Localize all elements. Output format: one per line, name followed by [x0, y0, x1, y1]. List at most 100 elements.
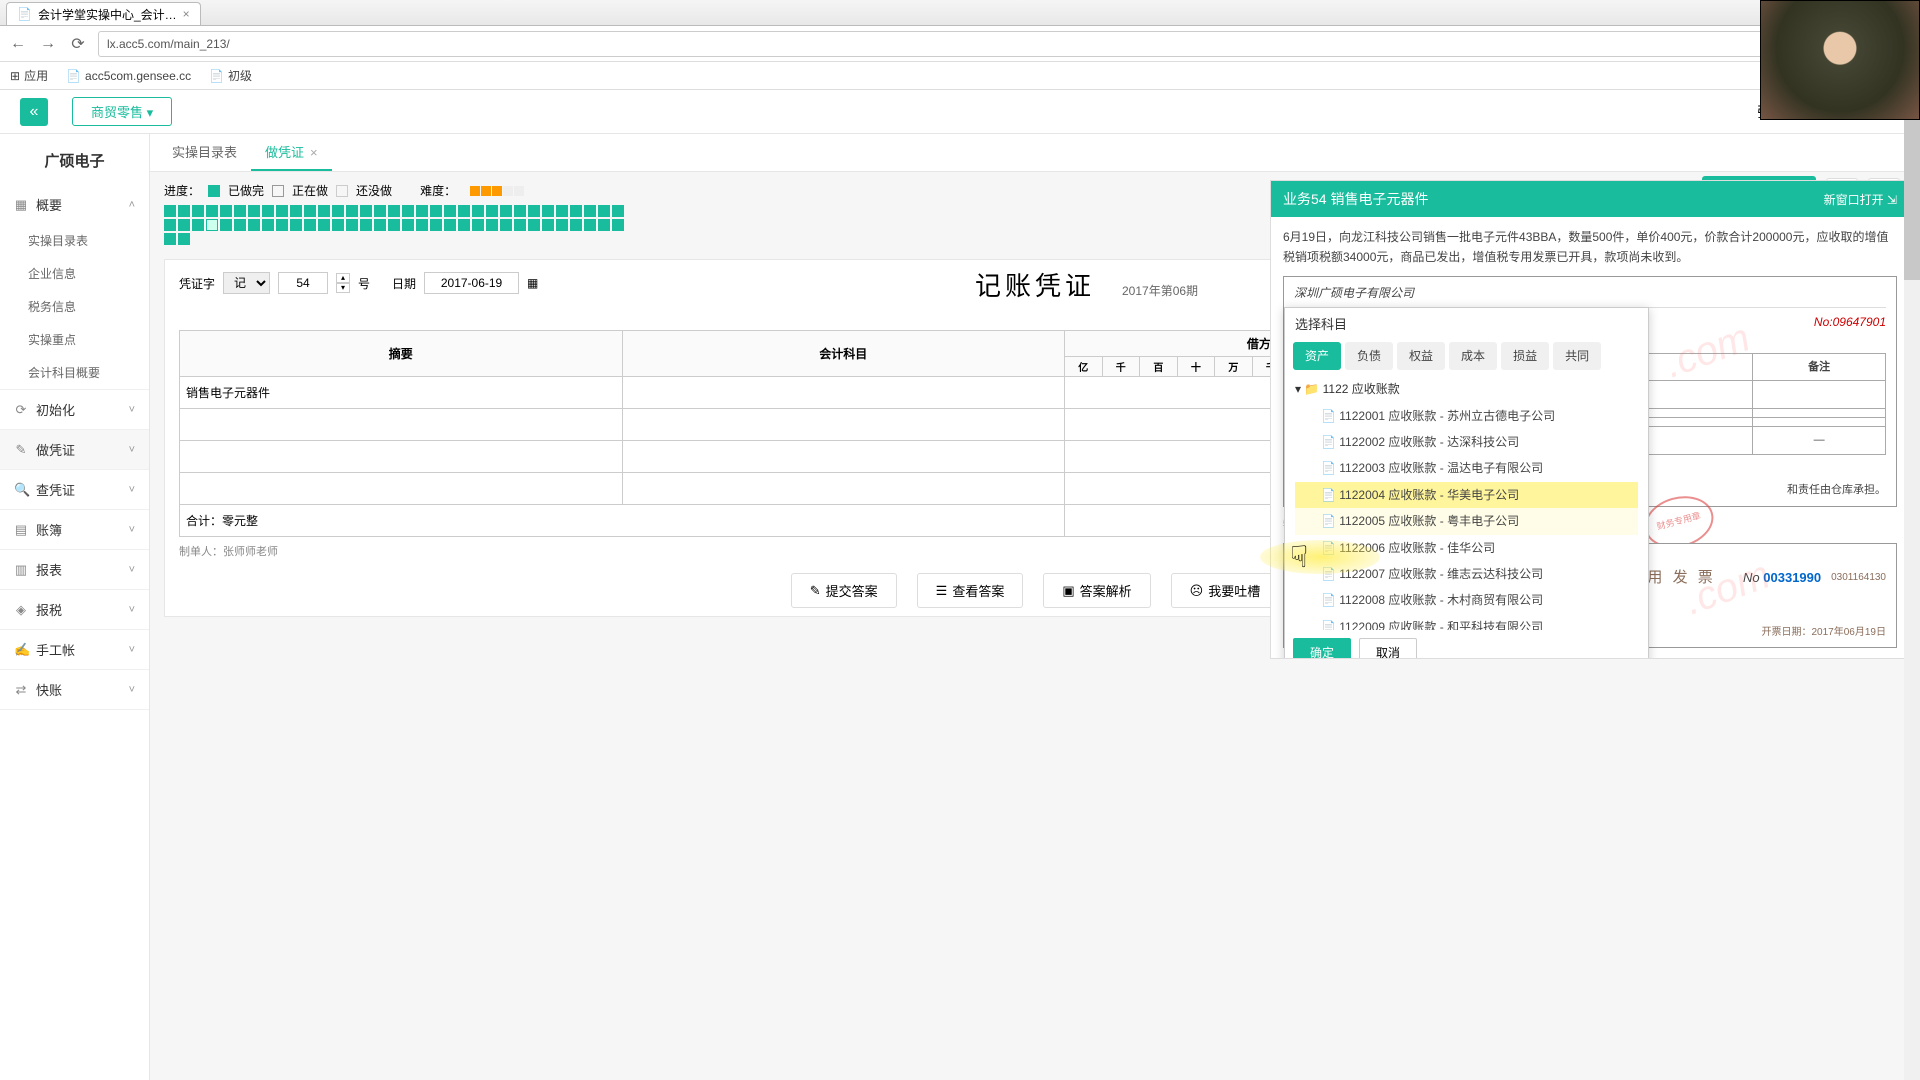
progress-cell[interactable] — [458, 205, 470, 217]
sidebar-item-7[interactable]: ✍手工帐˅ — [0, 630, 149, 669]
sidebar-sub[interactable]: 实操重点 — [0, 323, 149, 356]
progress-cell[interactable] — [346, 205, 358, 217]
progress-cell[interactable] — [290, 219, 302, 231]
sidebar-item-6[interactable]: ◈报税˅ — [0, 590, 149, 629]
browser-tab[interactable]: 📄 会计学堂实操中心_会计… × — [6, 2, 201, 25]
progress-cell[interactable] — [234, 219, 246, 231]
progress-cell[interactable] — [262, 205, 274, 217]
open-new-window-button[interactable]: 新窗口打开 ⇲ — [1824, 191, 1897, 208]
progress-cell[interactable] — [360, 205, 372, 217]
progress-grid[interactable] — [164, 205, 634, 245]
progress-cell[interactable] — [528, 219, 540, 231]
progress-cell[interactable] — [486, 205, 498, 217]
progress-cell[interactable] — [430, 205, 442, 217]
sidebar-sub[interactable]: 实操目录表 — [0, 224, 149, 257]
progress-cell[interactable] — [332, 219, 344, 231]
reload-icon[interactable]: ⟳ — [68, 34, 88, 54]
progress-cell[interactable] — [500, 219, 512, 231]
account-tree[interactable]: ▾ 📁 1122 应收账款 📄 1122001 应收账款 - 苏州立古德电子公司… — [1285, 370, 1648, 630]
account-item[interactable]: 📄 1122009 应收账款 - 和平科技有限公司 — [1295, 614, 1638, 630]
back-icon[interactable]: ← — [8, 34, 28, 54]
progress-cell[interactable] — [402, 219, 414, 231]
progress-cell[interactable] — [430, 219, 442, 231]
progress-cell[interactable] — [598, 219, 610, 231]
forward-icon[interactable]: → — [38, 34, 58, 54]
progress-cell[interactable] — [206, 219, 218, 231]
sidebar-item-2[interactable]: ✎做凭证˅ — [0, 430, 149, 469]
progress-cell[interactable] — [556, 219, 568, 231]
progress-cell[interactable] — [472, 219, 484, 231]
apps-icon[interactable]: ⊞ 应用 — [10, 67, 48, 84]
progress-cell[interactable] — [304, 219, 316, 231]
progress-cell[interactable] — [612, 205, 624, 217]
picker-tab-asset[interactable]: 资产 — [1293, 342, 1341, 370]
progress-cell[interactable] — [276, 205, 288, 217]
progress-cell[interactable] — [360, 219, 372, 231]
progress-cell[interactable] — [164, 205, 176, 217]
sidebar-item-4[interactable]: ▤账簿˅ — [0, 510, 149, 549]
progress-cell[interactable] — [514, 219, 526, 231]
summary-cell[interactable]: 销售电子元器件 — [180, 377, 623, 409]
picker-tab-liability[interactable]: 负债 — [1345, 342, 1393, 370]
progress-cell[interactable] — [164, 233, 176, 245]
progress-cell[interactable] — [486, 219, 498, 231]
progress-cell[interactable] — [388, 205, 400, 217]
progress-cell[interactable] — [290, 205, 302, 217]
bookmark-item[interactable]: 📄 初级 — [209, 67, 252, 84]
sidebar-item-3[interactable]: 🔍查凭证˅ — [0, 470, 149, 509]
progress-cell[interactable] — [458, 219, 470, 231]
picker-tab-cost[interactable]: 成本 — [1449, 342, 1497, 370]
cancel-button[interactable]: 取消 — [1359, 638, 1417, 658]
progress-cell[interactable] — [388, 219, 400, 231]
view-answer-button[interactable]: ☰ 查看答案 — [917, 573, 1024, 608]
progress-cell[interactable] — [192, 205, 204, 217]
progress-cell[interactable] — [570, 205, 582, 217]
progress-cell[interactable] — [220, 219, 232, 231]
progress-cell[interactable] — [416, 219, 428, 231]
account-item[interactable]: 📄 1122002 应收账款 - 达深科技公司 — [1295, 429, 1638, 455]
progress-cell[interactable] — [304, 205, 316, 217]
voucher-word-select[interactable]: 记 — [223, 272, 270, 294]
account-item[interactable]: 📄 1122004 应收账款 - 华美电子公司 — [1295, 482, 1638, 508]
subject-cell[interactable] — [622, 377, 1065, 409]
progress-cell[interactable] — [234, 205, 246, 217]
video-overlay[interactable] — [1760, 0, 1920, 120]
progress-cell[interactable] — [346, 219, 358, 231]
progress-cell[interactable] — [542, 219, 554, 231]
account-item[interactable]: 📄 1122001 应收账款 - 苏州立古德电子公司 — [1295, 403, 1638, 429]
confirm-button[interactable]: 确定 — [1293, 638, 1351, 658]
account-item[interactable]: 📄 1122005 应收账款 - 粤丰电子公司 — [1295, 508, 1638, 534]
progress-cell[interactable] — [178, 205, 190, 217]
sidebar-item-0[interactable]: ▦概要˄ — [0, 185, 149, 224]
progress-cell[interactable] — [542, 205, 554, 217]
url-bar[interactable]: lx.acc5.com/main_213/ — [98, 31, 1912, 57]
account-item[interactable]: 📄 1122006 应收账款 - 佳华公司 — [1295, 535, 1638, 561]
progress-cell[interactable] — [374, 219, 386, 231]
sidebar-item-1[interactable]: ⟳初始化˅ — [0, 390, 149, 429]
progress-cell[interactable] — [178, 219, 190, 231]
tab-catalog[interactable]: 实操目录表 — [158, 134, 251, 171]
account-item[interactable]: 📄 1122007 应收账款 - 维志云达科技公司 — [1295, 561, 1638, 587]
tab-voucher[interactable]: 做凭证× — [251, 134, 332, 171]
progress-cell[interactable] — [276, 219, 288, 231]
voucher-date-input[interactable] — [424, 272, 519, 294]
picker-tab-equity[interactable]: 权益 — [1397, 342, 1445, 370]
sidebar-sub[interactable]: 会计科目概要 — [0, 356, 149, 389]
answer-analysis-button[interactable]: ▣ 答案解析 — [1043, 573, 1150, 608]
progress-cell[interactable] — [570, 219, 582, 231]
progress-cell[interactable] — [612, 219, 624, 231]
voucher-no-input[interactable] — [278, 272, 328, 294]
scrollbar-thumb[interactable] — [1904, 100, 1920, 280]
sidebar-sub[interactable]: 税务信息 — [0, 290, 149, 323]
sidebar-item-5[interactable]: ▥报表˅ — [0, 550, 149, 589]
step-up-icon[interactable]: ▴ — [336, 273, 350, 283]
progress-cell[interactable] — [248, 205, 260, 217]
category-dropdown[interactable]: 商贸零售 ▾ — [72, 97, 172, 126]
collapse-sidebar-icon[interactable]: « — [20, 98, 48, 126]
account-item[interactable]: 📄 1122008 应收账款 - 木村商贸有限公司 — [1295, 587, 1638, 613]
progress-cell[interactable] — [598, 205, 610, 217]
progress-cell[interactable] — [584, 219, 596, 231]
progress-cell[interactable] — [584, 205, 596, 217]
feedback-button[interactable]: ☹ 我要吐槽 — [1171, 573, 1280, 608]
progress-cell[interactable] — [500, 205, 512, 217]
